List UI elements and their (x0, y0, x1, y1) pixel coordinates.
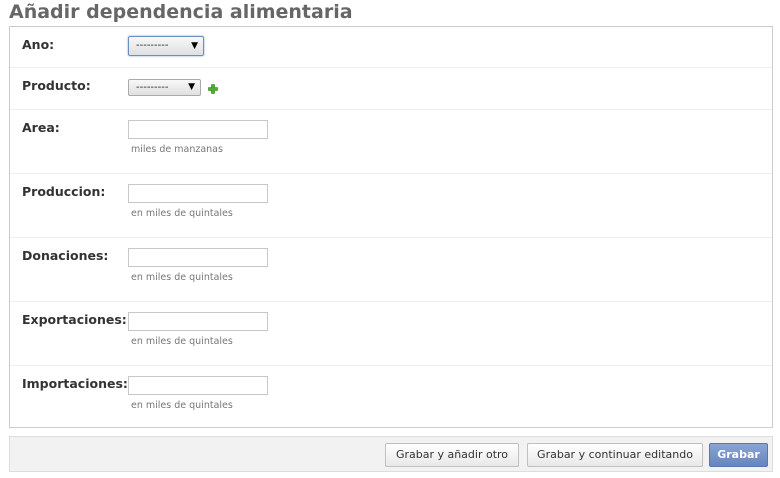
produccion-help-text: en miles de quintales (131, 208, 233, 219)
form-row-donaciones: Donaciones: en miles de quintales (10, 238, 772, 302)
form-fieldset: Ano: --------- ▼ Producto: --------- ▼ A… (9, 26, 773, 428)
save-and-add-another-button[interactable]: Grabar y añadir otro (385, 443, 519, 467)
producto-label: Producto: (22, 78, 91, 93)
chevron-down-icon: ▼ (191, 41, 198, 51)
form-row-area: Area: miles de manzanas (10, 110, 772, 174)
form-row-ano: Ano: --------- ▼ (10, 27, 772, 68)
produccion-input[interactable] (128, 184, 268, 203)
chevron-down-icon: ▼ (188, 82, 195, 92)
donaciones-input[interactable] (128, 248, 268, 267)
save-button[interactable]: Grabar (709, 443, 768, 467)
importaciones-input[interactable] (128, 376, 268, 395)
plus-icon[interactable] (208, 84, 218, 94)
ano-select[interactable]: --------- ▼ (128, 36, 204, 56)
donaciones-label: Donaciones: (22, 248, 109, 263)
produccion-label: Produccion: (22, 184, 106, 199)
ano-label: Ano: (22, 37, 55, 52)
form-row-exportaciones: Exportaciones: en miles de quintales (10, 302, 772, 366)
form-row-importaciones: Importaciones: en miles de quintales (10, 366, 772, 427)
ano-select-value: --------- (136, 40, 169, 51)
donaciones-help-text: en miles de quintales (131, 272, 233, 283)
area-input[interactable] (128, 120, 268, 139)
form-row-produccion: Produccion: en miles de quintales (10, 174, 772, 238)
save-and-continue-button[interactable]: Grabar y continuar editando (527, 443, 703, 467)
area-help-text: miles de manzanas (131, 144, 223, 155)
exportaciones-input[interactable] (128, 312, 268, 331)
importaciones-help-text: en miles de quintales (131, 400, 233, 411)
importaciones-label: Importaciones: (22, 376, 128, 391)
page-title: Añadir dependencia alimentaria (9, 1, 353, 23)
form-row-producto: Producto: --------- ▼ (10, 68, 772, 110)
submit-row: Grabar y añadir otro Grabar y continuar … (9, 436, 773, 472)
exportaciones-label: Exportaciones: (22, 312, 127, 327)
producto-select-value: --------- (136, 82, 169, 93)
exportaciones-help-text: en miles de quintales (131, 336, 233, 347)
producto-select[interactable]: --------- ▼ (128, 79, 201, 96)
area-label: Area: (22, 120, 60, 135)
